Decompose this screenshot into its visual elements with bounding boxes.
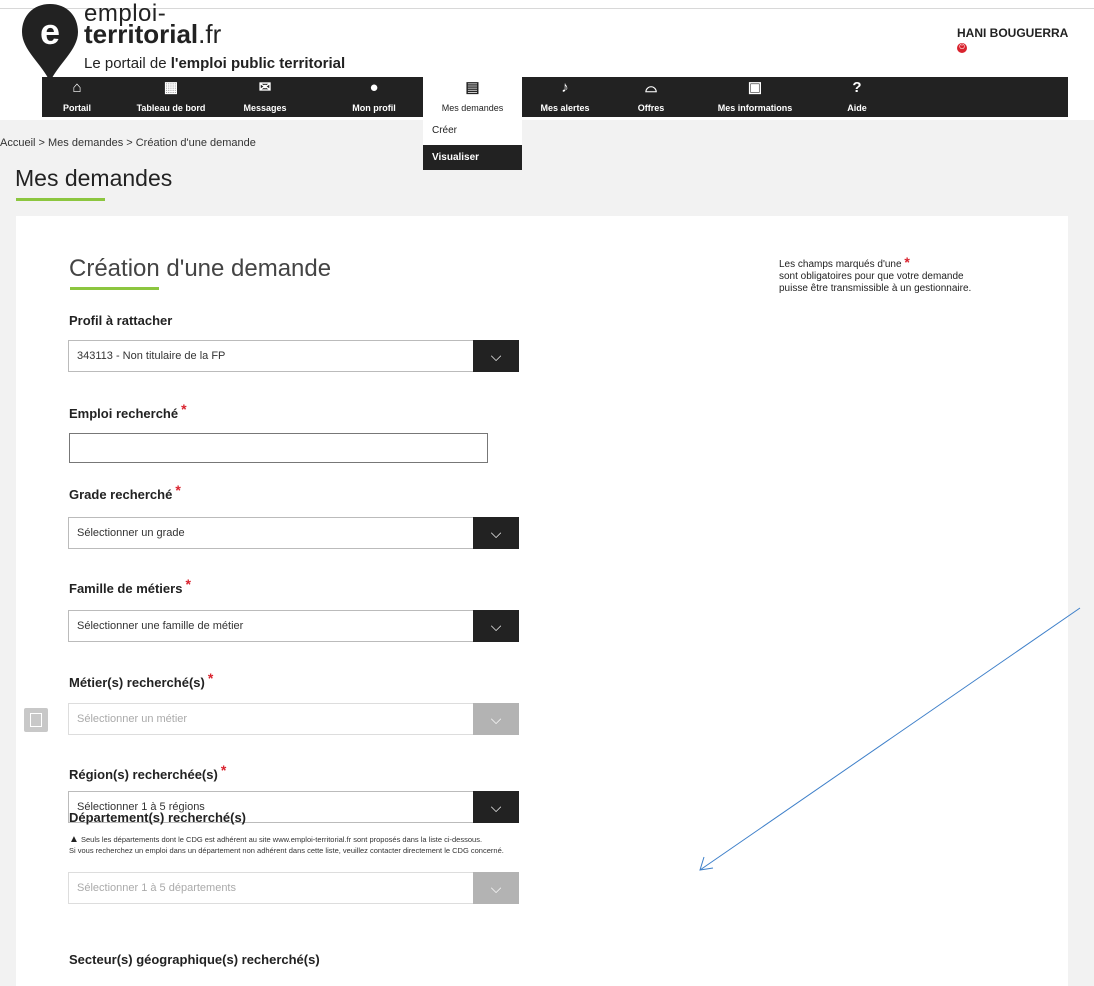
nav-item-tableau-de-bord[interactable]: ▦ Tableau de bord — [112, 77, 230, 117]
logo-pin-icon[interactable]: e — [20, 2, 80, 84]
region-label: Région(s) recherchée(s) * — [69, 762, 227, 782]
grade-label: Grade recherché * — [69, 482, 181, 502]
breadcrumb[interactable]: Accueil > Mes demandes > Création d'une … — [0, 137, 256, 149]
departement-label: Département(s) recherché(s) — [69, 810, 247, 825]
nav-item-offres[interactable]: ⌓ Offres — [618, 77, 684, 117]
secteur-label: Secteur(s) géographique(s) recherché(s) — [69, 952, 320, 967]
main-nav: ⌂ Portail ▦ Tableau de bord ✉ Messages ●… — [42, 77, 1068, 120]
chevron-down-icon[interactable]: ⌵ — [473, 703, 519, 735]
submenu-creer[interactable]: Créer — [423, 120, 522, 145]
logout-icon[interactable]: ⏻ — [957, 43, 967, 53]
envelope-icon: ✉ — [258, 79, 272, 96]
nav-item-mes-alertes[interactable]: ♪ Mes alertes — [522, 77, 608, 117]
emploi-input[interactable] — [69, 433, 488, 463]
home-icon: ⌂ — [72, 79, 82, 96]
departement-warning: ▲ Seuls les départements dont le CDG est… — [69, 834, 504, 855]
submenu-visualiser[interactable]: Visualiser — [423, 145, 522, 170]
chevron-down-icon[interactable]: ⌵ — [473, 517, 519, 549]
nav-item-aide[interactable]: ? Aide — [822, 77, 892, 117]
copy-icon[interactable] — [24, 708, 48, 732]
nav-item-portail[interactable]: ⌂ Portail — [42, 77, 112, 117]
required-fields-note: Les champs marqués d'une * sont obligato… — [779, 254, 972, 294]
nav-item-mes-informations[interactable]: ▣ Mes informations — [690, 77, 820, 117]
site-tagline: Le portail de l'emploi public territoria… — [84, 55, 346, 72]
metier-select[interactable]: Sélectionner un métier ⌵ — [68, 703, 519, 735]
svg-text:e: e — [40, 11, 60, 52]
document-search-icon: ▤ — [465, 79, 480, 96]
bell-icon: ♪ — [561, 79, 569, 96]
grade-select[interactable]: Sélectionner un grade ⌵ — [68, 517, 519, 549]
basket-icon: ⌓ — [645, 79, 657, 96]
user-icon: ● — [369, 79, 379, 96]
warning-icon: ▲ — [69, 834, 79, 845]
chevron-down-icon[interactable]: ⌵ — [473, 340, 519, 372]
departement-select[interactable]: Sélectionner 1 à 5 départements ⌵ — [68, 872, 519, 904]
emploi-label: Emploi recherché * — [69, 401, 187, 421]
form-title: Création d'une demande — [69, 255, 332, 282]
chevron-down-icon[interactable]: ⌵ — [473, 791, 519, 823]
profil-label: Profil à rattacher — [69, 313, 173, 328]
dashboard-icon: ▦ — [163, 79, 179, 96]
chevron-down-icon[interactable]: ⌵ — [473, 872, 519, 904]
profil-select[interactable]: 343113 - Non titulaire de la FP ⌵ — [68, 340, 519, 372]
page-title: Mes demandes — [15, 165, 173, 191]
famille-select[interactable]: Sélectionner une famille de métier ⌵ — [68, 610, 519, 642]
id-card-icon: ▣ — [747, 79, 763, 96]
page-title-underline — [16, 198, 105, 201]
form-title-underline — [70, 287, 159, 290]
logo-text-line2: territorial.fr — [84, 19, 222, 49]
metier-label: Métier(s) recherché(s) * — [69, 670, 214, 690]
help-icon: ? — [852, 79, 862, 96]
form-card — [16, 216, 1068, 986]
famille-label: Famille de métiers * — [69, 576, 191, 596]
user-name[interactable]: HANI BOUGUERRA — [957, 26, 1068, 40]
mes-demandes-submenu: Créer Visualiser — [423, 120, 522, 170]
nav-item-mes-demandes[interactable]: ▤ Mes demandes — [423, 77, 522, 120]
nav-item-messages[interactable]: ✉ Messages — [230, 77, 300, 117]
nav-item-mon-profil[interactable]: ● Mon profil — [325, 77, 423, 117]
chevron-down-icon[interactable]: ⌵ — [473, 610, 519, 642]
